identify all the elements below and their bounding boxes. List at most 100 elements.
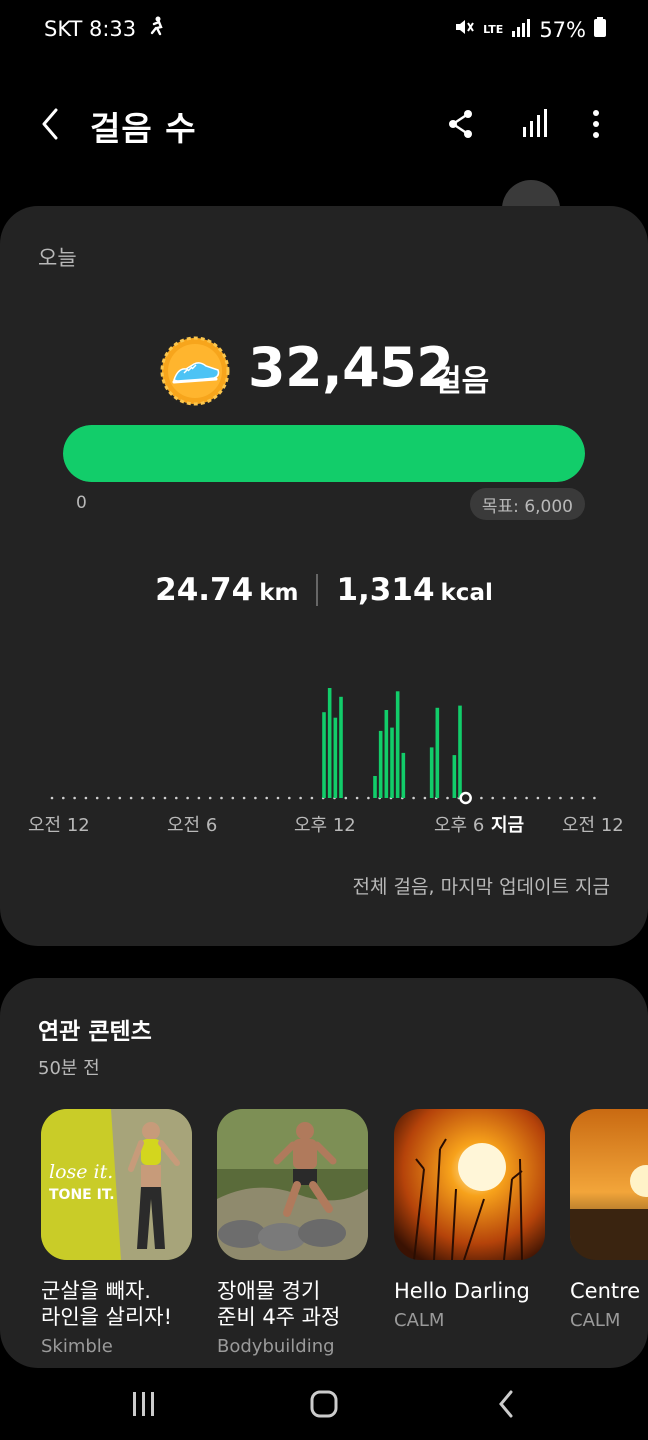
share-icon [449, 110, 472, 138]
nav-back-button[interactable] [484, 1382, 528, 1426]
baseline-dot [50, 796, 54, 800]
x-tick-label: 오후 12 [294, 815, 356, 836]
chevron-left-icon [499, 1390, 513, 1418]
step-bar [429, 747, 434, 798]
recent-apps-icon [133, 1392, 154, 1416]
baseline-dot [220, 796, 223, 800]
content-thumbnail[interactable] [394, 1109, 545, 1260]
content-thumbnail[interactable] [217, 1109, 368, 1260]
progress-start-label: 0 [76, 493, 87, 513]
baseline-dot [446, 796, 449, 800]
content-title[interactable]: 군살을 빼자. 라인을 살리자! [41, 1278, 211, 1330]
update-status: 전체 걸음, 마지막 업데이트 지금 [352, 876, 610, 898]
baseline-dot [581, 796, 585, 800]
baseline-dot [62, 796, 65, 800]
recent-apps-button[interactable] [122, 1382, 166, 1426]
step-bar [401, 752, 406, 798]
content-source: Skimble [41, 1336, 113, 1357]
steps-summary-card: 오늘 32,452 걸음 0 목표: 6,000 24.74 km 1,314 … [0, 206, 648, 946]
baseline-dot [593, 796, 596, 800]
back-arrow-icon [42, 108, 58, 140]
baseline-dot [480, 796, 483, 800]
baseline-dot [152, 796, 155, 800]
content-thumbnail[interactable] [570, 1109, 648, 1260]
baseline-dot [355, 796, 359, 800]
related-time: 50분 전 [38, 1058, 100, 1079]
content-source: CALM [570, 1310, 621, 1331]
metrics-row: 24.74 km 1,314 kcal [0, 572, 648, 608]
baseline-dot [254, 796, 257, 800]
thumbnail-overlay-text: lose it. [49, 1161, 114, 1183]
baseline-dot [118, 796, 122, 800]
baseline-dot [525, 796, 528, 800]
network-type: LTE [483, 23, 504, 36]
system-nav-bar [0, 1368, 648, 1440]
step-bar [435, 707, 440, 798]
thumbnail-overlay-text: TONE IT. [49, 1187, 115, 1203]
baseline-dot [367, 796, 370, 800]
baseline-dot [559, 796, 562, 800]
step-bar [333, 717, 338, 798]
baseline-dot [491, 796, 495, 800]
step-bar [378, 730, 383, 798]
steps-count: 32,452 [248, 336, 454, 399]
period-label: 오늘 [38, 246, 77, 270]
content-source: CALM [394, 1310, 445, 1331]
goal-progress-fill [63, 425, 585, 482]
related-title: 연관 콘텐츠 [38, 1019, 152, 1045]
step-bar [322, 712, 326, 798]
goal-badge[interactable]: 목표: 6,000 [469, 488, 585, 520]
baseline-dot [547, 796, 551, 800]
step-bar [395, 691, 400, 798]
step-bar [390, 727, 394, 798]
obstacle-training-image [217, 1109, 368, 1260]
more-options-button[interactable] [578, 104, 614, 144]
shoe-badge-icon [160, 336, 230, 406]
content-thumbnail[interactable]: lose it. TONE IT. [41, 1109, 192, 1260]
baseline-dot [536, 796, 540, 800]
signal-icon [511, 18, 531, 42]
steps-unit: 걸음 [434, 364, 490, 399]
content-title[interactable]: 장애물 경기 준비 4주 과정 [217, 1278, 387, 1330]
baseline-dot [242, 796, 246, 800]
x-tick-label: 오전 6 [167, 815, 218, 836]
step-bar [373, 776, 377, 798]
app-header: 걸음 수 [0, 90, 648, 160]
page-title: 걸음 수 [90, 109, 197, 148]
baseline-dot [231, 796, 235, 800]
baseline-dot [175, 796, 178, 800]
distance-unit: km [259, 580, 299, 606]
x-tick-label-now: 지금 [491, 815, 525, 836]
back-button[interactable] [36, 104, 68, 144]
now-marker [459, 791, 472, 805]
step-bar [458, 705, 462, 798]
step-bar [384, 710, 389, 798]
baseline-dot [423, 796, 427, 800]
step-bar [327, 688, 332, 798]
x-tick-label: 오후 6 [434, 815, 485, 836]
share-button[interactable] [443, 104, 479, 144]
trends-button[interactable] [516, 104, 552, 144]
baseline-dot [129, 796, 133, 800]
baseline-dot [107, 796, 110, 800]
distance-value: 24.74 [155, 572, 254, 608]
mute-icon [453, 16, 475, 43]
content-title[interactable]: Centre P [570, 1278, 648, 1304]
baseline-dot [570, 796, 574, 800]
baseline-dot [73, 796, 76, 800]
calories-unit: kcal [440, 580, 493, 606]
baseline-dot [412, 796, 415, 800]
baseline-dot [186, 796, 189, 800]
status-bar: SKT 8:33 LTE 57% [0, 0, 648, 62]
content-title[interactable]: Hello Darling [394, 1278, 564, 1304]
status-carrier-time: SKT 8:33 [44, 16, 137, 41]
baseline-dot [265, 796, 269, 800]
goal-progress-bar [63, 425, 585, 482]
bar-chart-icon [523, 109, 547, 137]
calories-metric: 1,314 kcal [336, 572, 492, 608]
x-tick-label: 오전 12 [562, 815, 624, 836]
content-source: Bodybuilding [217, 1336, 335, 1357]
baseline-dot [514, 796, 517, 800]
home-button[interactable] [302, 1382, 346, 1426]
related-content-card: 연관 콘텐츠 50분 전 lose it. TONE IT. 군살을 빼자. 라… [0, 978, 648, 1368]
